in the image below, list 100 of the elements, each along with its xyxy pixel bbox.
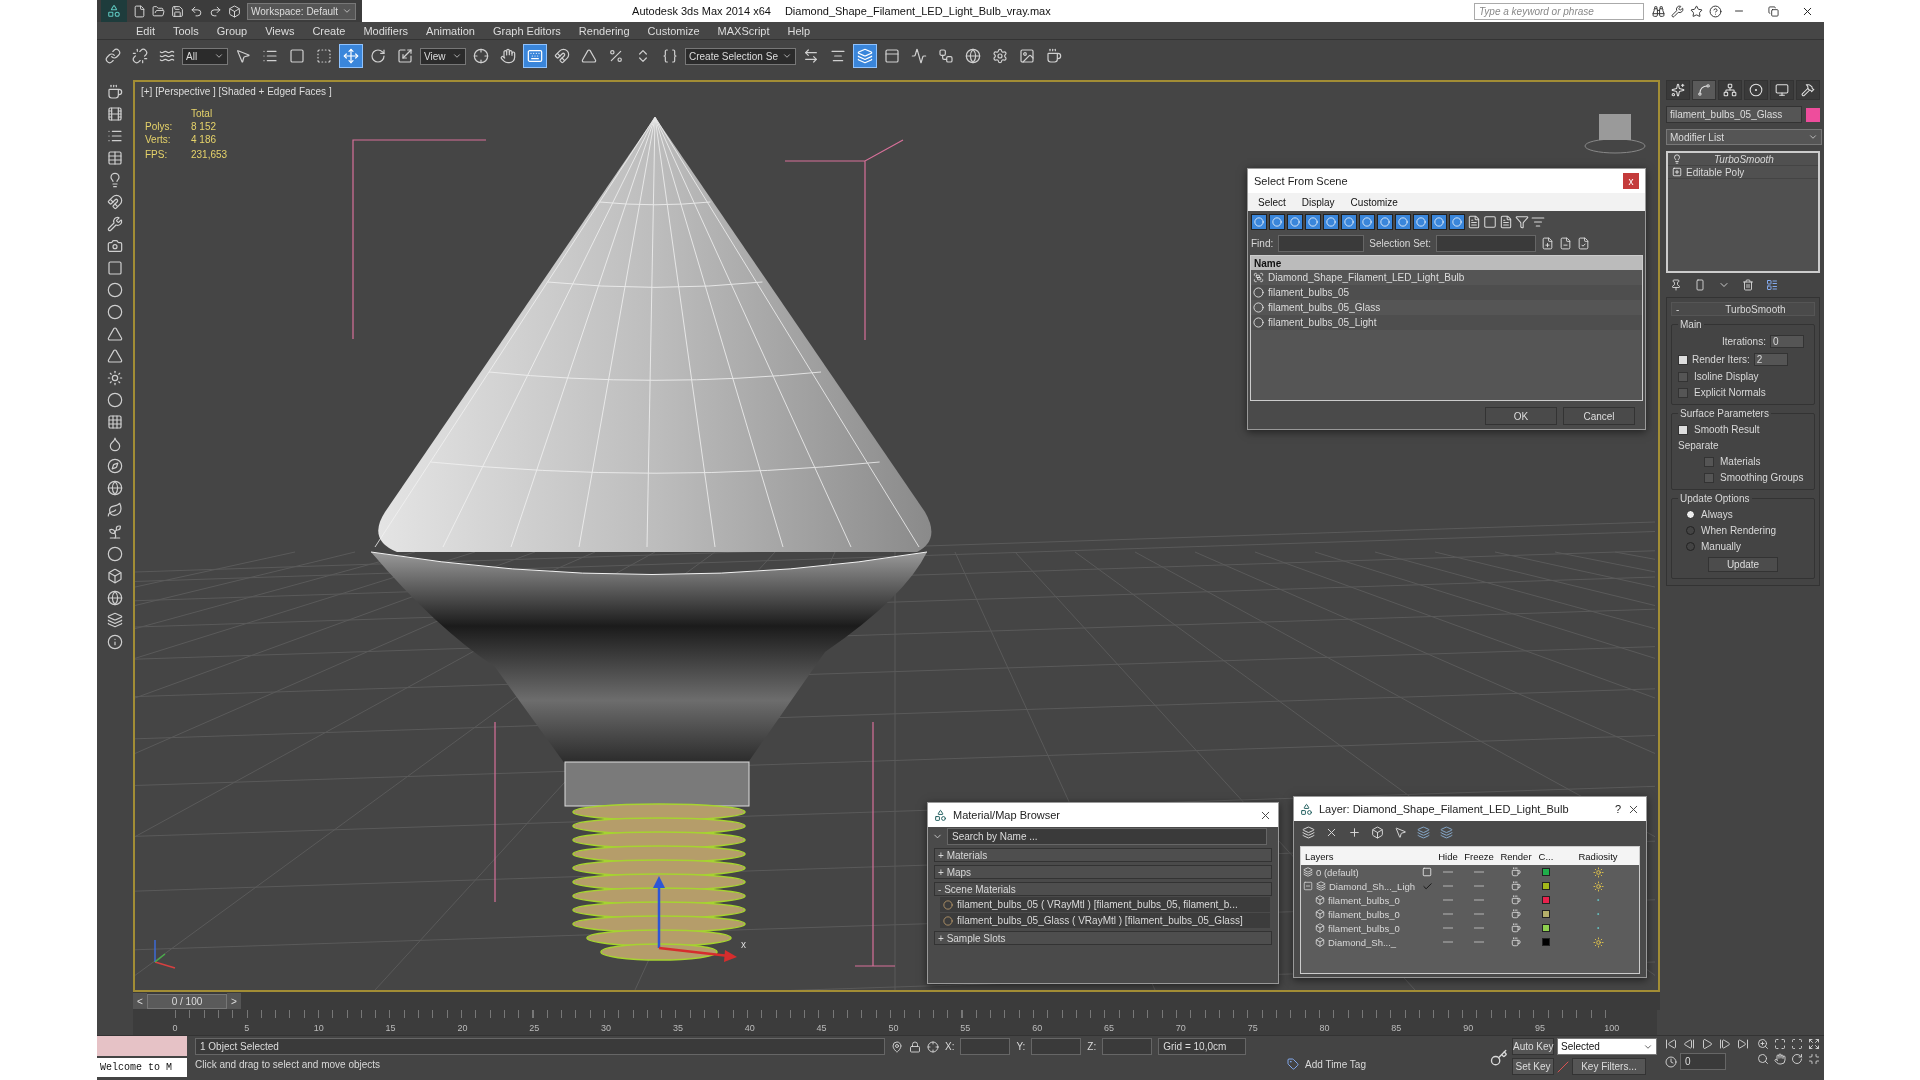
layer-name[interactable]: filament_bulbs_0 — [1328, 908, 1400, 920]
radio-label: Manually — [1701, 541, 1742, 552]
previous-frame-button[interactable]: < — [133, 993, 147, 1009]
iterations-field[interactable]: 0 — [1769, 335, 1804, 348]
time-slider-thumb[interactable]: 0 / 100 — [147, 993, 227, 1009]
column-header[interactable]: Radiosity — [1557, 850, 1639, 862]
object-name-field[interactable]: filament_bulbs_05_Glass — [1666, 106, 1802, 123]
render-iters-field[interactable]: 2 — [1753, 353, 1788, 366]
menu-item[interactable]: Customize — [638, 24, 709, 37]
menu-item[interactable]: Graph Editors — [483, 24, 570, 37]
column-header[interactable]: Layers — [1301, 850, 1419, 862]
column-header[interactable]: Hide — [1435, 850, 1461, 862]
group-title: Main — [1678, 319, 1704, 330]
group-title: Surface Parameters — [1678, 408, 1771, 419]
layer-name[interactable]: filament_bulbs_0 — [1328, 922, 1400, 934]
dialog-button[interactable]: Cancel — [1563, 407, 1635, 425]
menu-item[interactable]: Modifiers — [354, 24, 418, 37]
radio-label: Always — [1701, 509, 1733, 520]
column-header[interactable]: C... — [1535, 850, 1557, 862]
modifier-stack-item[interactable]: Editable Poly — [1668, 166, 1818, 179]
material-row[interactable]: filament_bulbs_05 ( VRayMtl ) [filament_bulbs_05, filament_b... — [940, 897, 1270, 912]
rollout-collapse[interactable]: - — [1676, 303, 1680, 315]
find-label: Find: — [1251, 237, 1274, 249]
menu-item[interactable]: Edit — [127, 24, 164, 37]
menu-item[interactable]: Animation — [417, 24, 484, 37]
viewport-label[interactable]: [+] [Perspective ] [Shaded + Edged Faces ] — [141, 86, 332, 97]
stat-label: Verts: — [145, 134, 172, 145]
app-title: Autodesk 3ds Max 2014 x64 — [632, 5, 771, 17]
frame-field[interactable]: 0 — [1680, 1053, 1726, 1070]
object-name: filament_bulbs_05 — [1268, 287, 1350, 298]
toolbar-dropdown[interactable]: View — [420, 47, 466, 65]
search-field[interactable]: Search by Name ... — [947, 827, 1267, 845]
menu-item[interactable]: Tools — [163, 24, 208, 37]
menu-item[interactable]: MAXScript — [708, 24, 779, 37]
update-button[interactable]: Update — [1708, 557, 1778, 572]
checkbox-label: Smooth Result — [1694, 424, 1760, 435]
toolbar-dropdown[interactable]: All — [182, 47, 228, 65]
fps-value: 231,653 — [191, 149, 228, 160]
layer-name[interactable]: Diamond_Sh..._Ligh — [1329, 880, 1416, 892]
scene-object-row[interactable]: filament_bulbs_05_Light — [1251, 315, 1642, 330]
checkbox-label: Smoothing Groups — [1720, 472, 1804, 483]
set-key-button[interactable]: Set Key — [1512, 1058, 1554, 1075]
rollout-title[interactable]: TurboSmooth — [1725, 303, 1786, 315]
grid-size: Grid = 10,0cm — [1158, 1038, 1247, 1055]
material-row[interactable]: filament_bulbs_05_Glass ( VRayMtl ) [filament_bulbs_05_Glass] — [940, 913, 1270, 928]
menu-item[interactable]: Rendering — [569, 24, 639, 37]
section-header[interactable]: + Sample Slots — [934, 931, 1272, 945]
checkbox-label: Materials — [1720, 456, 1761, 467]
next-frame-button[interactable]: > — [227, 993, 241, 1009]
render-iters-label: Render Iters: — [1692, 354, 1750, 365]
close-button[interactable]: x — [1623, 173, 1639, 189]
timeline-ruler[interactable]: 0 5 10 15 20 25 30 35 40 45 50 55 60 65 70 75 80 85 90 95 100 — [133, 1010, 1657, 1035]
prompt-text: Click and drag to select and move objects — [195, 1058, 382, 1070]
key-mode-dropdown[interactable]: Selected — [1557, 1038, 1657, 1055]
y-label: Y: — [1016, 1041, 1026, 1052]
fps-label: FPS: — [145, 149, 169, 160]
stat-label: Polys: — [145, 121, 174, 132]
selection-status: 1 Object Selected — [195, 1038, 885, 1055]
dialog-button[interactable]: OK — [1485, 407, 1557, 425]
dialog-title: Select From Scene — [1254, 175, 1349, 187]
object-name: Diamond_Shape_Filament_LED_Light_Bulb — [1268, 272, 1465, 283]
checkbox-label: Isoline Display — [1694, 371, 1759, 382]
dialog-title: Material/Map Browser — [953, 809, 1061, 821]
column-header[interactable]: Render — [1497, 850, 1535, 862]
stats-header: Total — [191, 108, 214, 119]
listener-output[interactable]: Welcome to M — [97, 1058, 187, 1077]
separate-label: Separate — [1678, 440, 1720, 451]
toolbar-dropdown[interactable]: Create Selection Se — [685, 47, 796, 65]
workspace-dropdown[interactable]: Workspace: Default — [247, 2, 357, 20]
modifier-list-dropdown[interactable]: Modifier List — [1666, 129, 1822, 145]
section-header[interactable]: + Materials — [934, 848, 1272, 862]
stat-value: 4 186 — [191, 134, 218, 145]
column-header[interactable]: Freeze — [1461, 850, 1497, 862]
menu-item[interactable]: Display — [1301, 196, 1335, 208]
menu-item[interactable]: Create — [303, 24, 355, 37]
modifier-name: Editable Poly — [1686, 166, 1745, 178]
layer-name[interactable]: 0 (default) — [1316, 866, 1359, 878]
help-button[interactable]: ? — [1614, 803, 1621, 815]
section-header[interactable]: + Maps — [934, 865, 1272, 879]
dialog-title: Layer: Diamond_Shape_Filament_LED_Light_Bulb — [1319, 803, 1570, 815]
layer-name[interactable]: filament_bulbs_0 — [1328, 894, 1400, 906]
auto-key-button[interactable]: Auto Key — [1512, 1038, 1554, 1055]
key-filters-button[interactable]: Key Filters... — [1572, 1058, 1646, 1075]
object-name: filament_bulbs_05_Light — [1268, 317, 1377, 328]
file-title: Diamond_Shape_Filament_LED_Light_Bulb_vray.max — [784, 5, 1051, 17]
menu-item[interactable]: Views — [256, 24, 304, 37]
menu-item[interactable]: Select — [1258, 196, 1286, 208]
checkbox-label: Explicit Normals — [1694, 387, 1766, 398]
column-header[interactable]: Name — [1251, 256, 1642, 270]
menu-item[interactable]: Group — [207, 24, 257, 37]
layer-name[interactable]: Diamond_Sh..._ — [1328, 936, 1397, 948]
modifier-stack-item[interactable]: TurboSmooth — [1668, 153, 1818, 166]
stat-value: 8 152 — [191, 121, 218, 132]
add-time-tag-label[interactable]: Add Time Tag — [1305, 1058, 1366, 1070]
scene-object-row[interactable]: filament_bulbs_05 — [1251, 285, 1642, 300]
search-field[interactable]: Type a keyword or phrase — [1474, 2, 1644, 20]
iterations-label: Iterations: — [1722, 336, 1766, 347]
menu-item[interactable]: Help — [778, 24, 820, 37]
section-header[interactable]: - Scene Materials — [934, 882, 1272, 896]
menu-item[interactable]: Customize — [1350, 196, 1398, 208]
